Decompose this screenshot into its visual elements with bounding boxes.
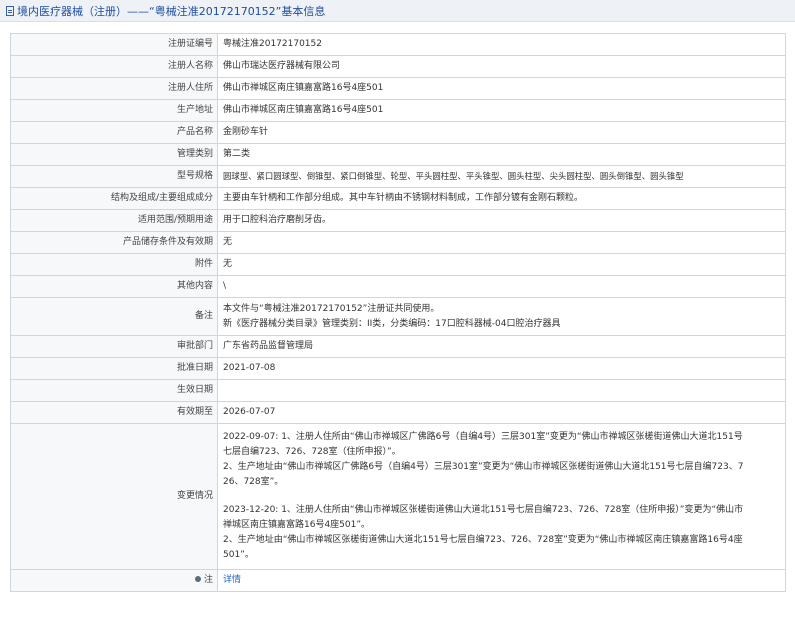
changes-value: 2022-09-07: 1、注册人住所由“佛山市禅城区广佛路6号（自编4号）三层… [217, 423, 786, 570]
row-value: 2021-07-08 [217, 357, 786, 380]
row-value: 圆球型、紧口圆球型、倒锥型、紧口倒锥型、轮型、平头圆柱型、平头锥型、圆头柱型、尖… [217, 165, 786, 188]
table-row: 生产地址 佛山市禅城区南庄镇嘉富路16号4座501 [10, 99, 786, 122]
table-row: 附件 无 [10, 253, 786, 276]
header-dash: —— [127, 4, 149, 18]
row-value [217, 379, 786, 402]
row-label: 注册人名称 [10, 55, 218, 78]
table-row: 生效日期 [10, 379, 786, 402]
remark-value: 本文件与“粤械注准20172170152”注册证共同使用。 新《医疗器械分类目录… [217, 297, 786, 336]
remark-line: 新《医疗器械分类目录》管理类别：II类，分类编码：17口腔科器械-04口腔治疗器… [223, 318, 561, 329]
row-value: 粤械注准20172170152 [217, 33, 786, 56]
header-suffix: 基本信息 [281, 4, 326, 18]
note-label-cell: 注 [10, 569, 218, 592]
table-row-note: 注 详情 [10, 569, 786, 592]
row-label: 结构及组成/主要组成成分 [10, 187, 218, 210]
table-row: 产品名称 金刚砂车针 [10, 121, 786, 144]
details-link[interactable]: 详情 [223, 575, 241, 585]
table-row: 管理类别 第二类 [10, 143, 786, 166]
change-line: 2023-12-20: 1、注册人住所由“佛山市禅城区张槎街道佛山大道北151号… [223, 505, 744, 515]
row-value: 用于口腔科治疗磨削牙齿。 [217, 209, 786, 232]
change-line: 七层自编723、726、728室（住所申报）”。 [223, 447, 401, 457]
row-value: 2026-07-07 [217, 401, 786, 424]
row-label: 适用范围/预期用途 [10, 209, 218, 232]
row-label: 审批部门 [10, 335, 218, 358]
row-label: 变更情况 [10, 423, 218, 570]
table-row: 注册人名称 佛山市瑞达医疗器械有限公司 [10, 55, 786, 78]
row-value: 第二类 [217, 143, 786, 166]
table-row: 其他内容 \ [10, 275, 786, 298]
table-row: 型号规格 圆球型、紧口圆球型、倒锥型、紧口倒锥型、轮型、平头圆柱型、平头锥型、圆… [10, 165, 786, 188]
table-row: 注册人住所 佛山市禅城区南庄镇嘉富路16号4座501 [10, 77, 786, 100]
row-value: \ [217, 275, 786, 298]
remark-line: 本文件与“粤械注准20172170152”注册证共同使用。 [223, 303, 440, 314]
row-label: 产品名称 [10, 121, 218, 144]
page-header: 境内医疗器械（注册）——“粤械注准20172170152”基本信息 [0, 0, 795, 22]
row-label: 批准日期 [10, 357, 218, 380]
info-table-container: 注册证编号 粤械注准20172170152 注册人名称 佛山市瑞达医疗器械有限公… [10, 33, 786, 592]
note-label: 注 [203, 575, 213, 585]
row-value: 无 [217, 231, 786, 254]
header-prefix: 境内医疗器械（注册） [17, 4, 127, 18]
row-label: 有效期至 [10, 401, 218, 424]
row-label: 备注 [10, 297, 218, 336]
row-value: 主要由车针柄和工作部分组成。其中车针柄由不锈钢材料制成，工作部分镀有金刚石颗粒。 [217, 187, 786, 210]
row-label: 管理类别 [10, 143, 218, 166]
row-label: 附件 [10, 253, 218, 276]
change-line: 501”。 [223, 550, 254, 560]
row-label: 注册人住所 [10, 77, 218, 100]
header-reg-number: “粤械注准20172170152” [149, 4, 282, 18]
document-icon [6, 5, 14, 16]
row-label: 产品储存条件及有效期 [10, 231, 218, 254]
table-row-changes: 变更情况 2022-09-07: 1、注册人住所由“佛山市禅城区广佛路6号（自编… [10, 423, 786, 570]
change-line: 禅城区南庄镇嘉富路16号4座501”。 [223, 520, 371, 530]
row-value: 佛山市禅城区南庄镇嘉富路16号4座501 [217, 77, 786, 100]
info-table: 注册证编号 粤械注准20172170152 注册人名称 佛山市瑞达医疗器械有限公… [10, 33, 786, 592]
change-line: 26、728室”。 [223, 477, 284, 487]
row-value: 金刚砂车针 [217, 121, 786, 144]
table-row-remark: 备注 本文件与“粤械注准20172170152”注册证共同使用。 新《医疗器械分… [10, 297, 786, 336]
table-row: 注册证编号 粤械注准20172170152 [10, 33, 786, 56]
table-row: 审批部门 广东省药品监督管理局 [10, 335, 786, 358]
note-value: 详情 [217, 569, 786, 592]
table-row: 批准日期 2021-07-08 [10, 357, 786, 380]
row-value: 佛山市瑞达医疗器械有限公司 [217, 55, 786, 78]
pin-icon [194, 575, 201, 582]
row-label: 注册证编号 [10, 33, 218, 56]
change-line: 2、生产地址由“佛山市禅城区广佛路6号（自编4号）三层301室”变更为“佛山市禅… [223, 462, 744, 472]
table-row: 产品储存条件及有效期 无 [10, 231, 786, 254]
page-title: 境内医疗器械（注册）——“粤械注准20172170152”基本信息 [17, 3, 325, 19]
table-row: 结构及组成/主要组成成分 主要由车针柄和工作部分组成。其中车针柄由不锈钢材料制成… [10, 187, 786, 210]
row-label: 其他内容 [10, 275, 218, 298]
change-line: 2022-09-07: 1、注册人住所由“佛山市禅城区广佛路6号（自编4号）三层… [223, 432, 743, 442]
row-value: 无 [217, 253, 786, 276]
change-line: 2、生产地址由“佛山市禅城区张槎街道佛山大道北151号七层自编723、726、7… [223, 535, 743, 545]
table-row: 有效期至 2026-07-07 [10, 401, 786, 424]
row-label: 生产地址 [10, 99, 218, 122]
row-label: 型号规格 [10, 165, 218, 188]
row-value: 佛山市禅城区南庄镇嘉富路16号4座501 [217, 99, 786, 122]
table-row: 适用范围/预期用途 用于口腔科治疗磨削牙齿。 [10, 209, 786, 232]
row-value: 广东省药品监督管理局 [217, 335, 786, 358]
row-label: 生效日期 [10, 379, 218, 402]
